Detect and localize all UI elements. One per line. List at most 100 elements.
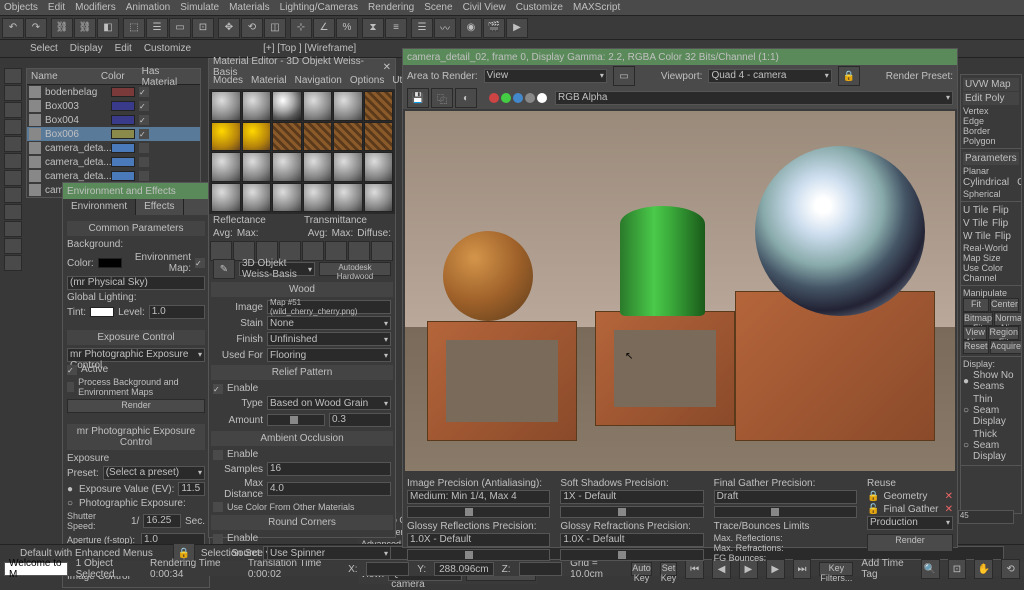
menu-simulate[interactable]: Simulate — [180, 2, 219, 13]
curve-editor-button[interactable]: 〰 — [434, 18, 456, 38]
scene-row[interactable]: Box004 — [27, 113, 200, 127]
delete-icon[interactable]: ✕ — [945, 491, 953, 502]
material-slot[interactable] — [333, 91, 363, 121]
snap-button[interactable]: ⊹ — [290, 18, 312, 38]
render-button[interactable]: ▶ — [506, 18, 528, 38]
amount-slider[interactable] — [267, 414, 325, 426]
material-slot[interactable] — [364, 152, 394, 182]
relief-section-header[interactable]: Relief Pattern — [211, 365, 393, 380]
render-setup-button[interactable]: 🎬 — [483, 18, 505, 38]
toggle-icon[interactable]: ◐ — [455, 88, 477, 108]
scale-button[interactable]: ◫ — [264, 18, 286, 38]
display-helpers-icon[interactable] — [4, 153, 22, 169]
color-swatch[interactable] — [111, 143, 135, 153]
display-bones-icon[interactable] — [4, 187, 22, 203]
rotate-button[interactable]: ⟲ — [241, 18, 263, 38]
channel-dropdown[interactable]: RGB Alpha — [555, 91, 953, 105]
mat-editor-titlebar[interactable]: Material Editor - 3D Objekt Weiss-Basis✕ — [209, 59, 395, 75]
menu-animation[interactable]: Animation — [126, 2, 170, 13]
material-slot[interactable] — [272, 152, 302, 182]
color-swatch[interactable] — [111, 171, 135, 181]
usecolor-check[interactable] — [213, 502, 223, 512]
exposure-type-dropdown[interactable]: mr Photographic Exposure Control — [67, 348, 205, 362]
link-button[interactable]: ⛓ — [51, 18, 73, 38]
material-slot[interactable] — [211, 183, 241, 213]
material-slot[interactable] — [211, 152, 241, 182]
menu-edit[interactable]: Edit — [48, 2, 65, 13]
active-check[interactable] — [67, 365, 77, 375]
display-geometry-icon[interactable] — [4, 85, 22, 101]
col-material[interactable]: Has Material — [142, 66, 196, 88]
material-slot[interactable] — [303, 91, 333, 121]
parameters-rollout[interactable]: Parameters — [963, 152, 1019, 165]
material-slot[interactable] — [303, 152, 333, 182]
samples-input[interactable]: 16 — [267, 462, 391, 476]
put-to-library-icon[interactable] — [348, 241, 370, 261]
lock-icon[interactable]: 🔓 — [867, 504, 879, 515]
finish-dropdown[interactable]: Unfinished — [267, 332, 391, 346]
menu-rendering[interactable]: Rendering — [368, 2, 414, 13]
scene-row[interactable]: Box006 — [27, 127, 200, 141]
menu-lighting[interactable]: Lighting/Cameras — [280, 2, 358, 13]
sub-edit[interactable]: Edit — [115, 43, 132, 54]
display-xrefs-icon[interactable] — [4, 221, 22, 237]
mono-channel-icon[interactable] — [537, 93, 547, 103]
col-name[interactable]: Name — [31, 71, 99, 82]
round-enable-check[interactable] — [213, 534, 223, 544]
material-editor-button[interactable]: ◉ — [460, 18, 482, 38]
render-preview-button[interactable]: Render — [67, 399, 205, 413]
render-titlebar[interactable]: camera_detail_02, frame 0, Display Gamma… — [403, 49, 957, 65]
bitmap-fit-button[interactable]: Bitmap Fit — [963, 312, 993, 326]
material-slot[interactable] — [272, 122, 302, 152]
prompt-area[interactable]: Welcome to M — [4, 562, 68, 576]
select-region-button[interactable]: ▭ — [169, 18, 191, 38]
material-slot[interactable] — [303, 122, 333, 152]
sub-select[interactable]: Select — [30, 43, 58, 54]
color-swatch[interactable] — [111, 115, 135, 125]
menu-modifiers[interactable]: Modifiers — [75, 2, 116, 13]
delete-icon[interactable]: ✕ — [945, 504, 953, 515]
color-swatch[interactable] — [111, 157, 135, 167]
source-dropdown[interactable]: Use Spinner — [267, 546, 391, 560]
bind-button[interactable]: ◧ — [97, 18, 119, 38]
close-icon[interactable]: ✕ — [383, 62, 391, 73]
viewport-label[interactable]: [+] [Top ] [Wireframe] — [263, 43, 356, 54]
amount-input[interactable]: 0.3 — [329, 413, 391, 427]
display-all-icon[interactable] — [4, 68, 22, 84]
material-slot[interactable] — [242, 91, 272, 121]
percent-snap-button[interactable]: % — [336, 18, 358, 38]
material-slot[interactable] — [242, 122, 272, 152]
material-slot[interactable] — [211, 122, 241, 152]
final-gather-slider[interactable] — [714, 506, 857, 518]
menu-civilview[interactable]: Civil View — [463, 2, 506, 13]
move-button[interactable]: ✥ — [218, 18, 240, 38]
tab-environment[interactable]: Environment — [63, 199, 136, 215]
acquire-button[interactable]: Acquire — [990, 340, 1022, 354]
shutter-input[interactable]: 16.25 — [143, 514, 181, 528]
normal-align-button[interactable]: Normal Align — [994, 312, 1022, 326]
menu-customize[interactable]: Customize — [516, 2, 563, 13]
material-slot[interactable] — [303, 183, 333, 213]
env-map-check[interactable] — [195, 258, 205, 268]
usedfor-dropdown[interactable]: Flooring — [267, 348, 391, 362]
material-type-button[interactable]: Autodesk Hardwood — [319, 262, 391, 276]
relief-type-dropdown[interactable]: Based on Wood Grain — [267, 396, 391, 410]
tab-effects[interactable]: Effects — [136, 199, 183, 215]
menu-maxscript[interactable]: MAXScript — [573, 2, 620, 13]
mat-menu-material[interactable]: Material — [251, 75, 287, 89]
maxdist-input[interactable]: 4.0 — [267, 482, 391, 496]
production-dropdown[interactable]: Production — [867, 516, 953, 530]
round-corners-header[interactable]: Round Corners — [211, 515, 393, 530]
fit-button[interactable]: Fit — [963, 298, 989, 312]
sub-customize[interactable]: Customize — [144, 43, 191, 54]
center-button[interactable]: Center — [990, 298, 1019, 312]
clone-icon[interactable]: ⿻ — [431, 88, 453, 108]
scene-row[interactable]: Box003 — [27, 99, 200, 113]
img-precision-slider[interactable] — [407, 506, 550, 518]
bg-color-swatch[interactable] — [98, 258, 122, 268]
tint-swatch[interactable] — [90, 307, 114, 317]
scene-row[interactable]: camera_deta... — [27, 169, 200, 183]
scene-row[interactable]: camera_deta... — [27, 141, 200, 155]
display-spacewarps-icon[interactable] — [4, 170, 22, 186]
unlink-button[interactable]: ⛓ — [74, 18, 96, 38]
